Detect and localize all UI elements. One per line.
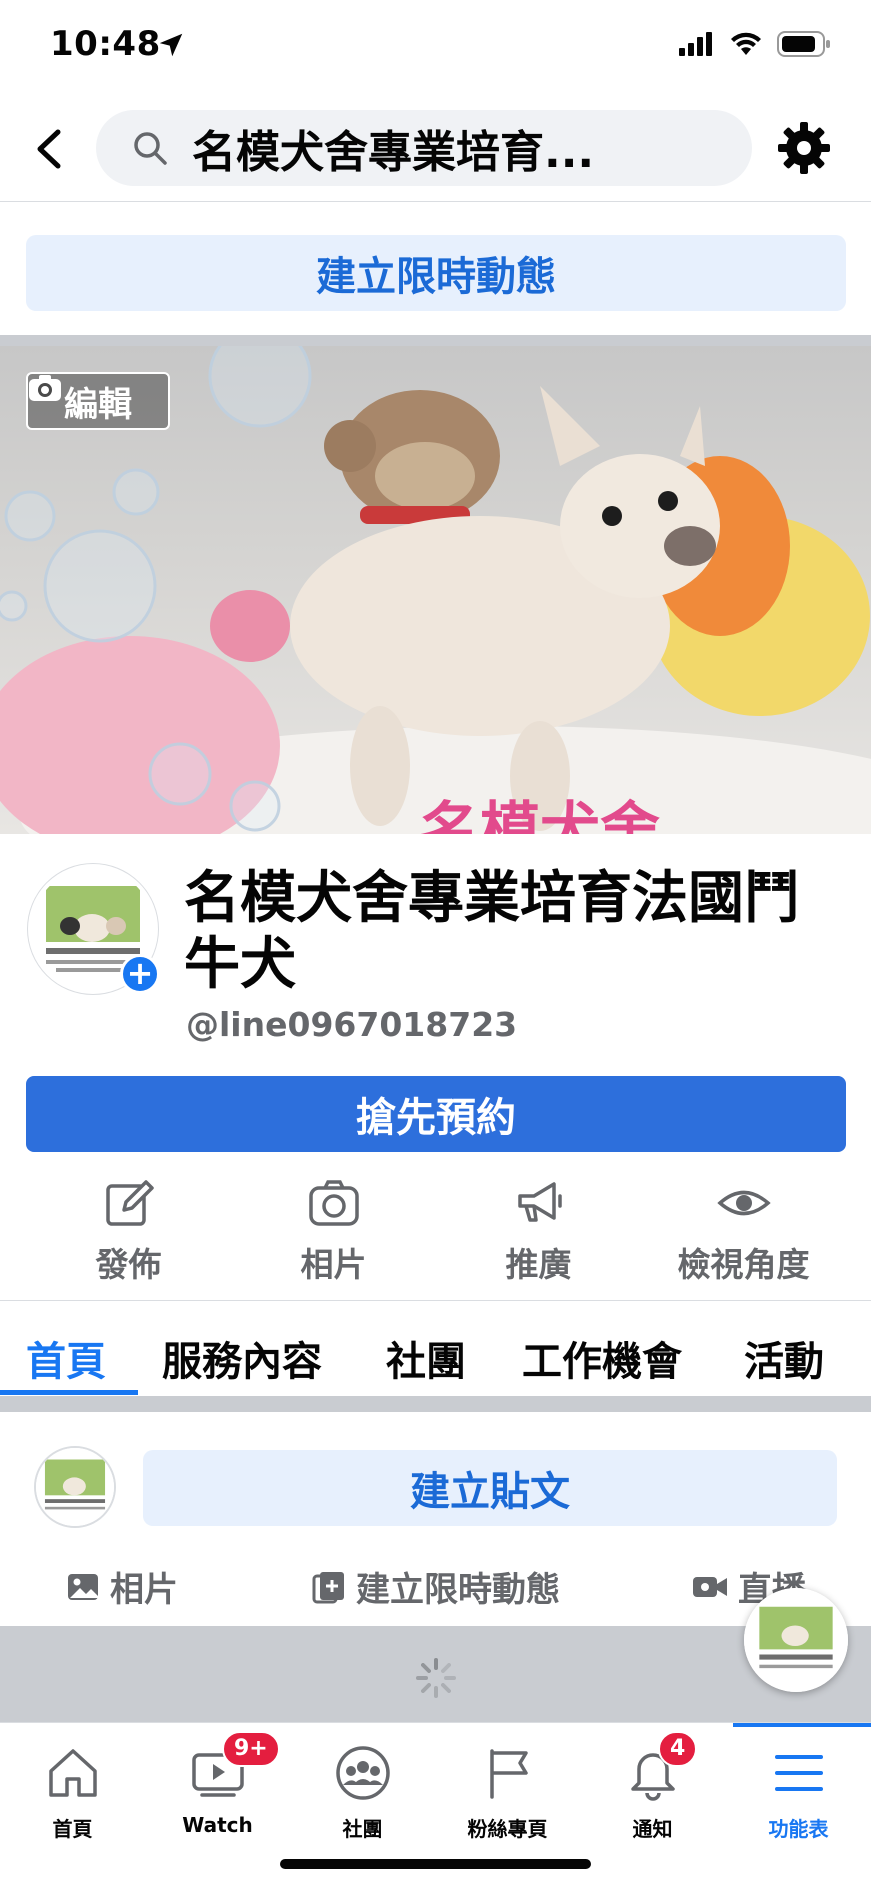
avatar-image <box>36 1448 114 1526</box>
menu-icon <box>774 1755 823 1791</box>
cover-photo[interactable]: 名模犬舍 編輯 <box>0 346 871 834</box>
nav-home[interactable]: 首頁 <box>0 1743 145 1842</box>
nav-label: Watch <box>182 1813 253 1837</box>
action-label: 檢視角度 <box>677 1245 810 1284</box>
composer-story-button[interactable]: 建立限時動態 <box>312 1562 560 1611</box>
page-actions: 發佈 相片 推廣 檢視角度 <box>0 1176 871 1300</box>
nav-pages[interactable]: 粉絲專頁 <box>435 1743 580 1842</box>
story-create-section: 建立限時動態 <box>0 203 871 335</box>
book-now-button[interactable]: 搶先預約 <box>26 1076 846 1152</box>
watch-badge: 9+ <box>222 1731 280 1767</box>
composer-option-label: 相片 <box>110 1570 178 1610</box>
page-title: 名模犬舍專業培育法國鬥牛犬 <box>184 866 800 997</box>
tab-events[interactable]: 活動 <box>744 1329 824 1387</box>
add-avatar-icon[interactable]: + <box>120 954 160 994</box>
search-query: 名模犬舍專業培育... <box>192 127 595 178</box>
camera-icon <box>29 375 61 401</box>
loading-spinner-icon <box>416 1658 456 1698</box>
action-label: 推廣 <box>505 1245 572 1284</box>
nav-menu[interactable]: 功能表 <box>726 1743 871 1842</box>
photo-icon <box>68 1573 98 1600</box>
active-tab-indicator <box>0 1390 138 1395</box>
page-handle: @line0967018723 <box>186 1005 518 1044</box>
tab-services[interactable]: 服務內容 <box>162 1329 322 1387</box>
action-label: 發佈 <box>95 1245 162 1284</box>
story-icon <box>312 1571 344 1603</box>
megaphone-icon <box>517 1182 562 1222</box>
tab-jobs[interactable]: 工作機會 <box>522 1329 682 1387</box>
eye-icon <box>716 1190 771 1216</box>
location-arrow-icon <box>159 33 183 57</box>
nav-label: 通知 <box>632 1817 673 1841</box>
composer-option-label: 建立限時動態 <box>356 1570 560 1610</box>
notifications-badge: 4 <box>658 1731 698 1767</box>
groups-icon <box>335 1746 390 1800</box>
section-divider <box>0 335 871 346</box>
gear-icon[interactable] <box>776 120 832 176</box>
composer-avatar <box>34 1446 116 1528</box>
nav-label: 功能表 <box>768 1817 829 1841</box>
back-chevron-icon[interactable] <box>30 126 70 172</box>
action-publish[interactable]: 發佈 <box>26 1176 231 1300</box>
battery-icon <box>777 31 830 57</box>
bottom-tab-bar: 首頁 Watch 9+ 社團 粉絲專頁 通知 4 功能表 <box>0 1722 871 1884</box>
cover-watermark: 名模犬舍 <box>420 796 660 834</box>
floating-profile-bubble[interactable] <box>744 1588 848 1692</box>
signal-icon <box>679 32 712 56</box>
avatar-image <box>744 1588 848 1692</box>
compose-icon <box>105 1180 154 1226</box>
nav-notifications[interactable]: 通知 <box>580 1743 725 1842</box>
home-icon <box>48 1749 97 1797</box>
status-time: 10:48 <box>50 24 161 64</box>
action-label: 相片 <box>300 1245 367 1284</box>
search-icon <box>134 132 167 165</box>
page-tabs: 首頁 服務內容 社團 工作機會 活動 <box>0 1300 871 1396</box>
nav-groups[interactable]: 社團 <box>290 1743 435 1842</box>
status-bar: 10:48 <box>0 0 871 96</box>
feed-loading-area <box>0 1626 871 1722</box>
top-nav: 名模犬舍專業培育... <box>0 96 871 202</box>
wifi-icon <box>731 32 761 55</box>
live-video-icon <box>693 1576 727 1597</box>
nav-label: 首頁 <box>52 1817 93 1841</box>
tab-home[interactable]: 首頁 <box>26 1329 106 1387</box>
flag-icon <box>489 1749 528 1799</box>
post-composer: 建立貼文 相片 建立限時動態 直播 <box>0 1412 871 1626</box>
search-bar[interactable]: 名模犬舍專業培育... <box>96 110 752 186</box>
tab-groups[interactable]: 社團 <box>386 1329 466 1387</box>
action-photos[interactable]: 相片 <box>231 1176 436 1300</box>
create-story-button[interactable]: 建立限時動態 <box>26 235 846 311</box>
nav-label: 社團 <box>342 1817 383 1841</box>
status-icons <box>679 30 831 58</box>
home-indicator <box>280 1859 591 1869</box>
composer-options: 相片 建立限時動態 直播 <box>0 1562 871 1612</box>
edit-cover-button[interactable]: 編輯 <box>26 372 170 430</box>
create-post-button[interactable]: 建立貼文 <box>143 1450 837 1526</box>
composer-photo-button[interactable]: 相片 <box>66 1562 178 1611</box>
action-promote[interactable]: 推廣 <box>436 1176 641 1300</box>
active-nav-indicator <box>733 1723 871 1727</box>
camera-icon <box>308 1180 359 1226</box>
action-view-as[interactable]: 檢視角度 <box>641 1176 846 1300</box>
section-divider <box>0 1396 871 1412</box>
edit-cover-label: 編輯 <box>64 384 132 425</box>
nav-label: 粉絲專頁 <box>467 1817 548 1841</box>
